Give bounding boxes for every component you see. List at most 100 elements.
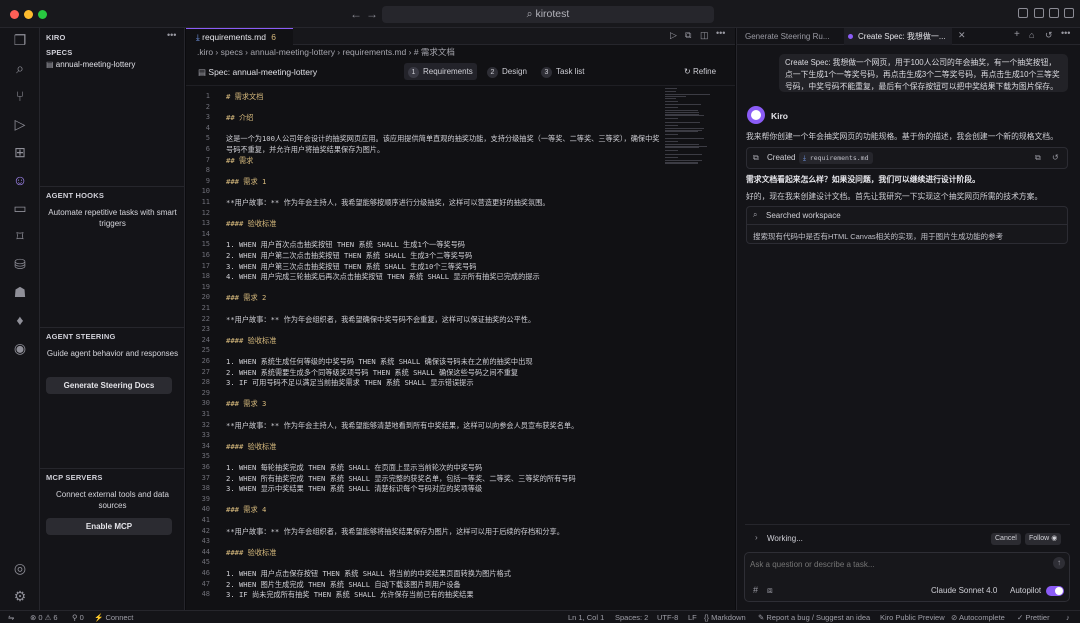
- more-actions-icon[interactable]: •••: [716, 28, 725, 38]
- remote-icon[interactable]: ⇋: [8, 612, 14, 623]
- breadcrumb[interactable]: .kiro › specs › annual-meeting-lottery ›…: [197, 46, 455, 58]
- connect-status[interactable]: ⚡ Connect: [94, 612, 133, 623]
- image-attach-icon[interactable]: ⧈: [767, 585, 773, 596]
- line-number: 45: [201, 558, 210, 567]
- encoding[interactable]: UTF-8: [657, 612, 678, 623]
- split-editor-icon[interactable]: ◫: [700, 30, 709, 41]
- back-arrow-icon[interactable]: ←: [350, 7, 362, 21]
- minimap-line: [665, 104, 702, 105]
- window-maximize-button[interactable]: [38, 10, 47, 19]
- line-number: 26: [201, 357, 210, 365]
- minimap-line: [665, 97, 676, 99]
- line-ending[interactable]: LF: [688, 612, 697, 623]
- explorer-icon[interactable]: ❐: [12, 32, 28, 48]
- search-icon[interactable]: ⌕: [12, 60, 28, 76]
- cancel-button[interactable]: Cancel: [991, 533, 1021, 545]
- hash-context-icon[interactable]: #: [753, 585, 758, 595]
- enable-mcp-button[interactable]: Enable MCP: [46, 518, 172, 535]
- window-close-button[interactable]: [10, 10, 19, 19]
- account-icon[interactable]: ◎: [12, 560, 28, 576]
- chat-tab-steering[interactable]: Generate Steering Ru...: [745, 28, 830, 45]
- bookmark-icon[interactable]: ⌑: [12, 228, 28, 244]
- minimap-line: [665, 91, 676, 93]
- robot-icon[interactable]: ☗: [12, 284, 28, 300]
- language-mode[interactable]: {} Markdown: [704, 612, 746, 623]
- revert-icon[interactable]: ↺: [1045, 30, 1053, 41]
- folder-icon[interactable]: ▭: [12, 200, 28, 216]
- open-changes-icon[interactable]: ⧉: [685, 30, 691, 41]
- minimap-line: [665, 121, 700, 123]
- chat-input[interactable]: [750, 557, 1040, 571]
- command-center-search[interactable]: ⌕ kirotest: [382, 6, 714, 23]
- kiro-icon[interactable]: ☺: [12, 172, 28, 188]
- history-icon[interactable]: ⌂: [1029, 30, 1034, 40]
- generate-steering-docs-button[interactable]: Generate Steering Docs: [46, 377, 172, 394]
- code-line: ### 需求 3: [226, 399, 267, 409]
- follow-button[interactable]: Follow ◉: [1025, 533, 1062, 545]
- panel-toggle-icon[interactable]: [1049, 8, 1059, 18]
- created-file-chip[interactable]: ⤓ requirements.md: [799, 152, 873, 164]
- open-diff-icon[interactable]: ⧉: [1035, 153, 1041, 163]
- mcp-servers-description: Connect external tools and data sources: [56, 490, 169, 510]
- settings-gear-icon[interactable]: ⚙: [12, 588, 28, 604]
- database-icon[interactable]: ⛁: [12, 256, 28, 272]
- notifications-bell-icon[interactable]: ♪: [1066, 612, 1070, 623]
- prettier-status[interactable]: ✓ Prettier: [1017, 612, 1050, 623]
- line-number: 31: [201, 410, 210, 418]
- searched-header[interactable]: ⌕ Searched workspace: [747, 207, 1067, 225]
- chat-input-box: ↑ # ⧈ Claude Sonnet 4.0 Autopilot: [744, 552, 1070, 602]
- check-icon: ⊘: [951, 613, 958, 622]
- spec-tab-number: 1: [408, 67, 419, 78]
- spec-tab-label: Task list: [556, 67, 585, 76]
- assistant-icon[interactable]: ◉: [12, 340, 28, 356]
- minimap-line: [665, 131, 699, 133]
- source-control-icon[interactable]: ⑂: [12, 88, 28, 104]
- indentation[interactable]: Spaces: 2: [615, 612, 648, 623]
- status-bar: ⇋ ⊗ 0 ⚠ 6 ⚲ 0 ⚡ Connect Ln 1, Col 1 Spac…: [0, 610, 1080, 623]
- autocomplete-status[interactable]: ⊘ Autocomplete: [951, 612, 1005, 623]
- ports-status[interactable]: ⚲ 0: [72, 612, 84, 623]
- forward-arrow-icon[interactable]: →: [366, 7, 378, 21]
- editor-tab-bar: ⤓ requirements.md 6 ▷ ⧉ ◫ •••: [186, 28, 735, 45]
- spec-item-annual-meeting-lottery[interactable]: ▤ annual-meeting-lottery: [40, 58, 185, 71]
- cursor-position[interactable]: Ln 1, Col 1: [568, 612, 604, 623]
- run-icon[interactable]: ▷: [670, 30, 677, 41]
- assistant-name: Kiro: [771, 111, 788, 121]
- send-icon[interactable]: ↑: [1053, 557, 1065, 569]
- minimap-line: [665, 153, 703, 155]
- refine-button[interactable]: ↻ Refine: [680, 63, 720, 80]
- sidebar-toggle-icon[interactable]: [1034, 8, 1044, 18]
- model-selector[interactable]: Claude Sonnet 4.0: [931, 586, 997, 595]
- problems-status[interactable]: ⊗ 0 ⚠ 6: [30, 612, 58, 623]
- spec-tab-requirements[interactable]: 1 Requirements: [404, 63, 477, 80]
- layout-toggle-icon[interactable]: [1018, 8, 1028, 18]
- code-editor[interactable]: 1 # 需求文档 2 3 ## 介绍 4 5 这是一个为100人公司年会设计的抽奖网页应用。该…: [186, 88, 661, 608]
- new-chat-icon[interactable]: +: [1014, 29, 1020, 40]
- chevron-right-icon[interactable]: ›: [755, 533, 758, 542]
- toggle-knob: [1055, 587, 1063, 595]
- minimap-line: [665, 134, 678, 136]
- minimap[interactable]: [661, 88, 721, 168]
- report-bug-link[interactable]: ✎ Report a bug / Suggest an idea: [758, 612, 870, 623]
- secondary-sidebar-toggle-icon[interactable]: [1064, 8, 1074, 18]
- leaf-icon[interactable]: ♦: [12, 312, 28, 328]
- run-debug-icon[interactable]: ▷: [12, 116, 28, 132]
- code-line: **用户故事：** 作为年会主持人，我希望能够按顺序进行分级抽奖，这样可以营造更…: [226, 198, 550, 207]
- close-icon[interactable]: ✕: [958, 30, 966, 41]
- chat-tab-create-spec[interactable]: Create Spec: 我想做一...: [844, 28, 952, 45]
- extensions-icon[interactable]: ⊞: [12, 144, 28, 160]
- spec-tab-design[interactable]: 2 Design: [483, 63, 531, 80]
- more-actions-icon[interactable]: •••: [1061, 28, 1070, 38]
- more-actions-icon[interactable]: •••: [167, 30, 176, 40]
- line-number: 25: [201, 346, 210, 355]
- line-number: 12: [201, 208, 210, 217]
- code-line: 2. WHEN 图片生成完成 THEN 系统 SHALL 自动下载该图片到用户设…: [226, 579, 461, 589]
- revert-icon[interactable]: ↺: [1052, 153, 1059, 162]
- window-minimize-button[interactable]: [24, 10, 33, 19]
- code-line: ## 介绍: [226, 113, 254, 123]
- code-line: **用户故事：** 作为年会组织者，我希望确保中奖号码不会重复，这样可以保证抽奖…: [226, 314, 536, 324]
- autopilot-toggle[interactable]: [1046, 586, 1064, 596]
- tab-requirements-md[interactable]: ⤓ requirements.md 6: [186, 28, 293, 45]
- created-file-card: ⧉ Created ⤓ requirements.md ⧉ ↺: [746, 147, 1068, 169]
- spec-tab-task-list[interactable]: 3 Task list: [537, 63, 588, 80]
